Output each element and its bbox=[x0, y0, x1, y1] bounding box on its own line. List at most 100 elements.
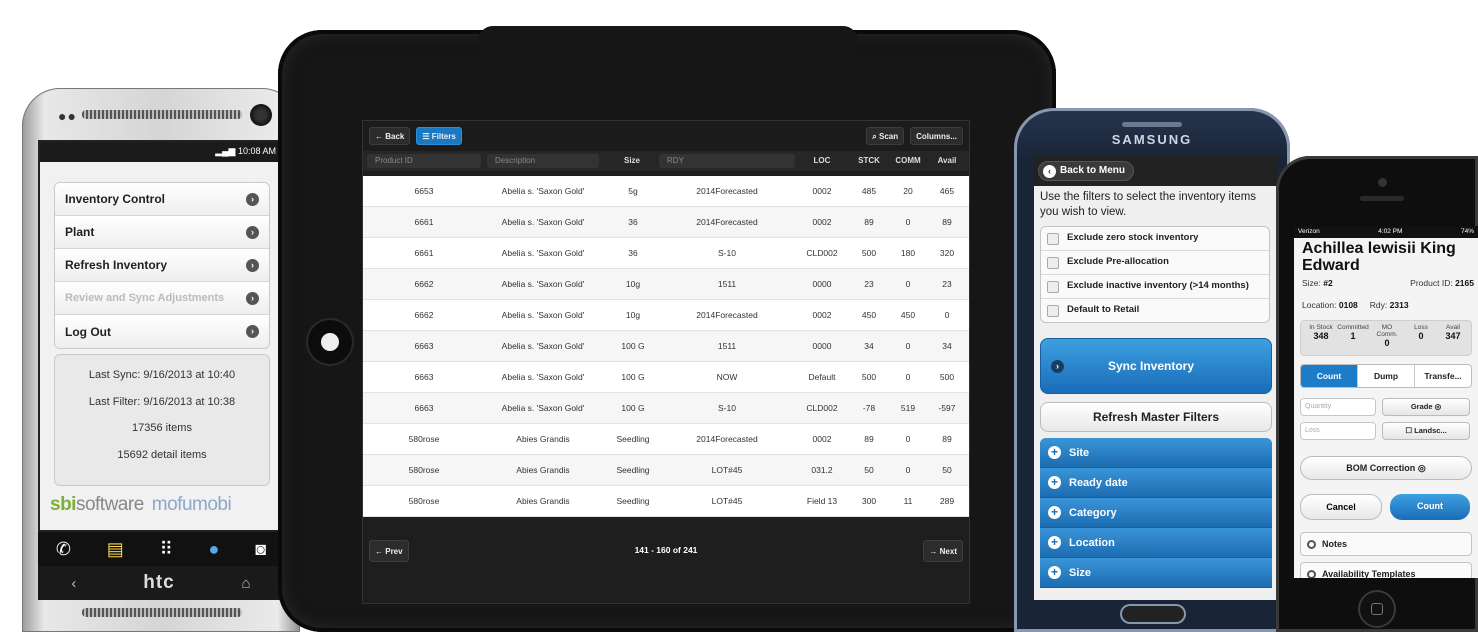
menu-item[interactable]: Review and Sync Adjustments › bbox=[55, 282, 269, 315]
segment-tab[interactable]: Dump bbox=[1357, 365, 1414, 387]
cell-rdy: 2014Forecasted bbox=[696, 186, 758, 196]
table-row[interactable]: 6653 Abelia s. 'Saxon Gold' 5g 2014Forecast… bbox=[363, 176, 969, 207]
stock-label: In Stock bbox=[1309, 324, 1333, 331]
table-row[interactable]: 6663 Abelia s. 'Saxon Gold' 100 G NOW Defaul… bbox=[363, 362, 969, 393]
filter-section[interactable]: + Ready date bbox=[1040, 468, 1272, 498]
cell-stck: 300 bbox=[861, 496, 877, 506]
table-row[interactable]: 6661 Abelia s. 'Saxon Gold' 36 S-10 CLD002 50… bbox=[363, 238, 969, 269]
description-filter-input[interactable]: Description bbox=[487, 154, 599, 168]
landscape-checkbox[interactable]: ☐ Landsc... bbox=[1382, 422, 1470, 440]
filter-checkbox[interactable]: Exclude zero stock inventory bbox=[1041, 227, 1269, 251]
cell-stck: 50 bbox=[864, 465, 874, 475]
filters-button[interactable]: ☰ Filters bbox=[416, 127, 462, 145]
loc-header[interactable]: LOC bbox=[803, 151, 841, 171]
bom-correction-select[interactable]: BOM Correction ◎ bbox=[1300, 456, 1472, 480]
iphone-time: 4:02 PM bbox=[1378, 228, 1403, 235]
cell-comm: 0 bbox=[905, 217, 911, 227]
checkbox-icon bbox=[1047, 305, 1059, 317]
apps-grid-icon[interactable]: ⠿ bbox=[160, 539, 173, 560]
table-row[interactable]: 580rose Abies Grandis Seedling LOT#45 031.2 5… bbox=[363, 455, 969, 486]
menu-item[interactable]: Log Out › bbox=[55, 315, 269, 348]
cell-loc: CLD002 bbox=[806, 403, 838, 413]
avail-header[interactable]: Avail bbox=[929, 151, 965, 171]
camera-icon[interactable]: ◙ bbox=[255, 539, 266, 560]
rugged-tablet: ← Back ☰ Filters ⌕ Scan Columns... Produ… bbox=[278, 26, 1056, 632]
section-label: Size bbox=[1069, 566, 1092, 579]
product-id-value: 2165 bbox=[1455, 278, 1474, 288]
segment-tab[interactable]: Count bbox=[1301, 365, 1357, 387]
cell-size: 100 G bbox=[621, 372, 645, 382]
notes-row[interactable]: Notes bbox=[1300, 532, 1472, 556]
section-label: Location bbox=[1069, 536, 1115, 549]
table-header: Product ID Description Size RDY LOC STCK… bbox=[363, 151, 969, 171]
quantity-field[interactable]: Quantity bbox=[1300, 398, 1376, 416]
table-row[interactable]: 6661 Abelia s. 'Saxon Gold' 36 2014Forecast… bbox=[363, 207, 969, 238]
message-icon[interactable]: ▤ bbox=[107, 539, 124, 560]
filter-checkbox[interactable]: Exclude Pre-allocation bbox=[1041, 251, 1269, 275]
table-row[interactable]: 6663 Abelia s. 'Saxon Gold' 100 G S-10 CLD00… bbox=[363, 393, 969, 424]
cell-product-id: 6661 bbox=[414, 248, 434, 258]
next-button[interactable]: → Next bbox=[923, 540, 963, 562]
size-header[interactable]: Size bbox=[615, 151, 649, 171]
cell-description: Abelia s. 'Saxon Gold' bbox=[501, 403, 585, 413]
grade-select[interactable]: Grade ◎ bbox=[1382, 398, 1470, 416]
menu-item[interactable]: Refresh Inventory › bbox=[55, 249, 269, 282]
comm-header[interactable]: COMM bbox=[891, 151, 925, 171]
filter-section[interactable]: + Location bbox=[1040, 528, 1272, 558]
table-row[interactable]: 6663 Abelia s. 'Saxon Gold' 100 G 1511 0000 3… bbox=[363, 331, 969, 362]
sync-inventory-button[interactable]: › Sync Inventory bbox=[1040, 338, 1272, 394]
cell-size: Seedling bbox=[616, 496, 650, 506]
rdy-filter-input[interactable]: RDY bbox=[659, 154, 795, 168]
iphone-home-button[interactable] bbox=[1360, 592, 1394, 626]
section-label: Ready date bbox=[1069, 476, 1128, 489]
samsung-home-button[interactable] bbox=[1122, 606, 1184, 622]
chevron-right-icon: › bbox=[246, 225, 259, 239]
status-time: 10:08 bbox=[237, 146, 261, 156]
filter-checkbox[interactable]: Exclude inactive inventory (>14 months) bbox=[1041, 275, 1269, 299]
cell-description: Abies Grandis bbox=[516, 496, 570, 506]
cell-comm: 20 bbox=[903, 186, 913, 196]
segment-tab[interactable]: Transfe... bbox=[1414, 365, 1471, 387]
cell-product-id: 6662 bbox=[414, 310, 434, 320]
chevron-right-icon: › bbox=[246, 192, 259, 206]
filter-section[interactable]: + Size bbox=[1040, 558, 1272, 588]
cancel-button[interactable]: Cancel bbox=[1300, 494, 1382, 520]
main-menu: Inventory Control › Plant › Refresh Inventor… bbox=[54, 182, 270, 349]
loss-field[interactable]: Loss bbox=[1300, 422, 1376, 440]
phone-icon[interactable]: ✆ bbox=[56, 539, 71, 560]
cell-stck: 23 bbox=[864, 279, 874, 289]
refresh-master-filters-button[interactable]: Refresh Master Filters bbox=[1040, 402, 1272, 432]
back-arrow-icon[interactable]: ‹ bbox=[71, 575, 76, 592]
home-icon[interactable]: ⌂ bbox=[242, 575, 251, 592]
availability-templates-row[interactable]: Availability Templates bbox=[1300, 562, 1472, 578]
filter-checkbox[interactable]: Default to Retail bbox=[1041, 299, 1269, 322]
scan-button[interactable]: ⌕ Scan bbox=[866, 127, 905, 145]
earpiece-grille bbox=[82, 110, 242, 119]
browser-globe-icon[interactable]: ● bbox=[209, 539, 220, 560]
samsung-phone: SAMSUNG ‹ Back to Menu Use the filters to… bbox=[1014, 108, 1290, 632]
columns-button[interactable]: Columns... bbox=[910, 127, 963, 145]
sbi-software-logo: sbisoftware mofumobi bbox=[50, 494, 232, 516]
cell-description: Abies Grandis bbox=[516, 434, 570, 444]
menu-item[interactable]: Inventory Control › bbox=[55, 183, 269, 216]
stck-header[interactable]: STCK bbox=[853, 151, 885, 171]
availability-templates-label: Availability Templates bbox=[1322, 569, 1416, 578]
count-button[interactable]: Count bbox=[1390, 494, 1470, 520]
stock-label: MO Comm. bbox=[1376, 324, 1398, 338]
table-row[interactable]: 580rose Abies Grandis Seedling LOT#45 Field … bbox=[363, 486, 969, 517]
table-row[interactable]: 6662 Abelia s. 'Saxon Gold' 10g 2014Forecas… bbox=[363, 300, 969, 331]
table-row[interactable]: 580rose Abies Grandis Seedling 2014Forecast… bbox=[363, 424, 969, 455]
filter-section[interactable]: + Category bbox=[1040, 498, 1272, 528]
product-id-filter-input[interactable]: Product ID bbox=[367, 154, 481, 168]
cell-description: Abelia s. 'Saxon Gold' bbox=[501, 186, 585, 196]
search-icon: ⌕ bbox=[872, 132, 877, 141]
menu-item[interactable]: Plant › bbox=[55, 216, 269, 249]
iphone-status-bar: Verizon 4:02 PM 74% bbox=[1294, 226, 1478, 238]
plus-icon: + bbox=[1048, 566, 1061, 579]
plus-icon: + bbox=[1048, 446, 1061, 459]
tablet-home-button[interactable] bbox=[308, 320, 352, 364]
filter-section[interactable]: + Site bbox=[1040, 438, 1272, 468]
back-button[interactable]: ← Back bbox=[369, 127, 411, 145]
back-to-menu-button[interactable]: ‹ Back to Menu bbox=[1038, 161, 1135, 181]
table-row[interactable]: 6662 Abelia s. 'Saxon Gold' 10g 1511 0000 23 0… bbox=[363, 269, 969, 300]
